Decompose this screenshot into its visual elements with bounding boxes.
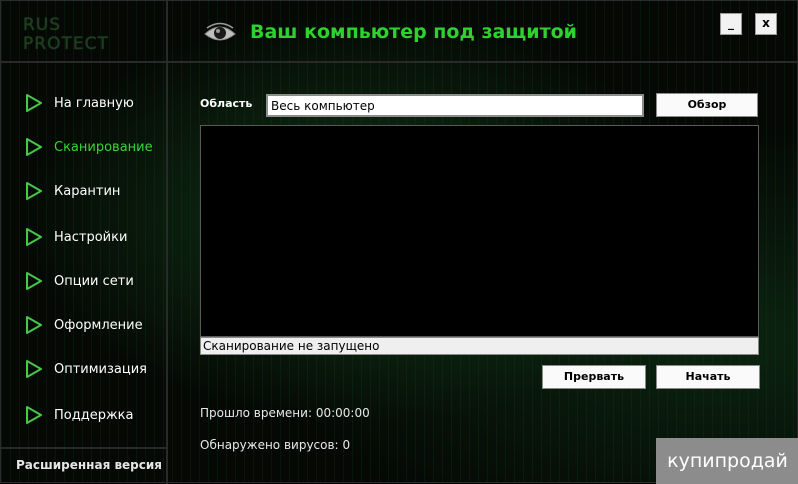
watermark: купипродай [656, 438, 798, 484]
app-window: RUS PROTECT Ваш компьютер под защитой _ … [0, 0, 798, 484]
sidebar-item-label: Поддержка [54, 407, 134, 423]
sidebar-item-home[interactable]: На главную [25, 92, 165, 114]
sidebar-item-label: Оформление [54, 317, 143, 333]
scan-status-bar: Сканирование не запущено [200, 337, 759, 355]
close-button[interactable]: x [755, 13, 777, 35]
header-bar: Ваш компьютер под защитой _ x [168, 1, 798, 63]
play-triangle-icon [26, 228, 42, 246]
play-triangle-icon [26, 182, 42, 200]
start-button[interactable]: Начать [656, 365, 760, 389]
viruses-found-label: Обнаружено вирусов: [200, 438, 339, 452]
logo: RUS PROTECT [1, 1, 168, 63]
play-triangle-icon [26, 406, 42, 424]
sidebar: На главную Сканирование Карантин Настрой… [1, 63, 168, 484]
play-triangle-icon [26, 360, 42, 378]
sidebar-item-scan[interactable]: Сканирование [25, 136, 165, 158]
sidebar-item-label: Сканирование [54, 139, 153, 155]
viruses-found: Обнаружено вирусов: 0 [200, 438, 350, 452]
sidebar-item-settings[interactable]: Настройки [25, 226, 165, 248]
eye-icon [204, 22, 236, 41]
elapsed-time-label: Прошло времени: [200, 406, 312, 420]
logo-line-1: RUS [23, 15, 62, 35]
minimize-button[interactable]: _ [720, 13, 742, 35]
sidebar-item-label: Карантин [54, 183, 121, 199]
extended-version-link[interactable]: Расширенная версия [1, 447, 166, 484]
elapsed-time: Прошло времени: 00:00:00 [200, 406, 370, 420]
viruses-found-value: 0 [342, 438, 351, 452]
sidebar-item-optimization[interactable]: Оптимизация [25, 358, 165, 380]
logo-line-2: PROTECT [23, 34, 109, 54]
play-triangle-icon [26, 316, 42, 334]
play-triangle-icon [26, 138, 42, 156]
sidebar-item-label: Настройки [54, 229, 128, 245]
sidebar-item-label: Оптимизация [54, 361, 148, 377]
extended-version-label: Расширенная версия [16, 458, 162, 472]
sidebar-item-label: Опции сети [54, 273, 134, 289]
area-label: Область [200, 97, 253, 110]
browse-button[interactable]: Обзор [656, 93, 758, 117]
sidebar-item-appearance[interactable]: Оформление [25, 314, 165, 336]
sidebar-item-quarantine[interactable]: Карантин [25, 180, 165, 202]
elapsed-time-value: 00:00:00 [315, 406, 370, 420]
area-input[interactable] [266, 94, 644, 117]
page-title: Ваш компьютер под защитой [250, 21, 577, 43]
sidebar-item-network[interactable]: Опции сети [25, 270, 165, 292]
play-triangle-icon [26, 272, 42, 290]
play-triangle-icon [26, 94, 42, 112]
scan-log[interactable] [200, 125, 759, 337]
stop-button[interactable]: Прервать [542, 365, 646, 389]
sidebar-item-support[interactable]: Поддержка [25, 404, 165, 426]
sidebar-item-label: На главную [54, 95, 134, 111]
